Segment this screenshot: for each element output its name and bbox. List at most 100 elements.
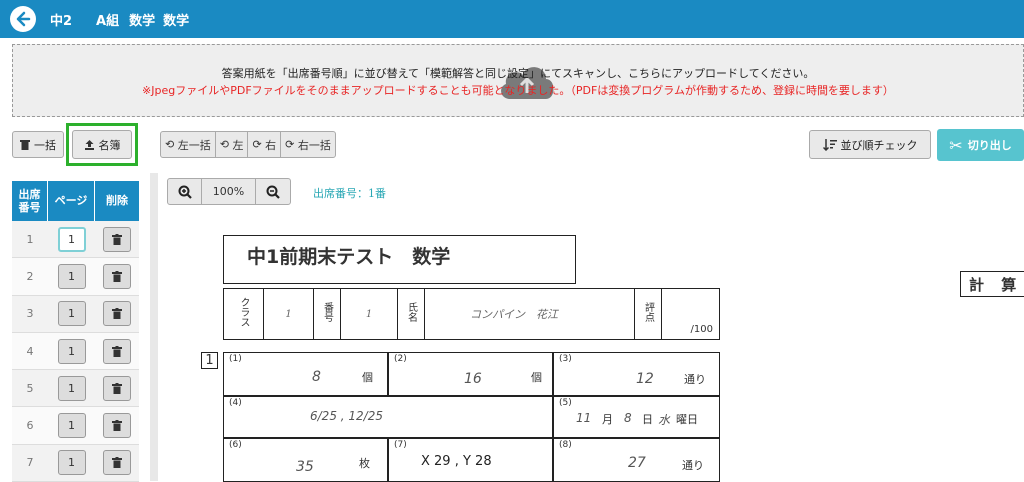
delete-cell [95, 221, 139, 257]
number-label: 番号 [313, 288, 341, 340]
zoom-out-button[interactable] [256, 179, 290, 204]
subject-label: 数学 [129, 13, 156, 29]
answer-number: (2) [394, 354, 407, 364]
class-value: 1 [263, 288, 314, 340]
top-bar: 中2 A組 数学 数学 [0, 0, 1024, 38]
rotate-left-all-label: 左一括 [177, 138, 211, 152]
answer-value: 8 [312, 369, 321, 385]
score-label-text: 評点 [642, 302, 654, 322]
answer-unit: 個 [531, 371, 542, 384]
seat-number: 7 [26, 456, 34, 470]
answer-number: (7) [394, 440, 407, 450]
seat-number: 2 [26, 269, 34, 283]
seat-number: 3 [26, 307, 34, 321]
delete-row-button[interactable] [103, 375, 131, 401]
answer-unit: 通り [682, 459, 704, 472]
calc-section-label: 計 算 [960, 271, 1024, 297]
page-input[interactable]: 1 [57, 413, 86, 439]
rotate-right-icon: ⟳ [252, 138, 262, 151]
rotate-left-all-button[interactable]: ⟲ 左一括 [161, 132, 216, 157]
name-label: 氏名 [397, 288, 425, 340]
delete-cell [95, 333, 139, 369]
zoom-in-button[interactable] [168, 179, 202, 204]
roster-button[interactable]: 名簿 [72, 130, 132, 159]
delete-row-button[interactable] [103, 301, 131, 327]
seat-number: 6 [26, 419, 34, 433]
class-label: クラス [223, 288, 264, 340]
answer-cell: (5) 11 月 8 日 水 曜日 [553, 396, 720, 438]
sort-icon [822, 139, 837, 151]
rotate-right-button[interactable]: ⟳ 右 [248, 132, 282, 157]
col-delete: 削除 [106, 194, 128, 208]
table-row: 21 [12, 258, 139, 296]
delete-row-button[interactable] [103, 263, 131, 289]
answer-day-unit: 日 [642, 413, 653, 426]
delete-row-button[interactable] [103, 450, 131, 476]
table-row: 41 [12, 332, 139, 371]
page-cell: 1 [48, 333, 95, 369]
delete-row-button[interactable] [103, 226, 131, 252]
answer-value: X 29 , Y 28 [421, 454, 492, 469]
trash-icon [112, 345, 122, 357]
answer-number: (5) [559, 398, 572, 408]
delete-cell [95, 445, 139, 481]
delete-cell [95, 407, 139, 443]
rotate-right-all-label: 右一括 [297, 138, 331, 152]
arrow-left-icon [16, 11, 31, 27]
answer-unit: 個 [362, 371, 373, 384]
page-input[interactable]: 1 [57, 450, 86, 476]
page-input[interactable]: 1 [57, 301, 86, 327]
seat-number: 5 [26, 381, 34, 395]
student-table: 出席 番号 ページ 削除 11213141516171 [12, 181, 139, 482]
score-max: /100 [661, 288, 720, 340]
number-label-text: 番号 [321, 302, 333, 322]
trash-icon [112, 382, 122, 394]
name-value: コンパイン 花江 [424, 288, 635, 340]
scissors-icon: ✂ [949, 135, 963, 155]
answer-cell: (8) 27 通り [553, 438, 720, 482]
answer-number: (4) [229, 398, 242, 408]
trash-icon [112, 308, 122, 320]
trash-icon [112, 457, 122, 469]
delete-all-label: 一括 [34, 138, 56, 152]
table-row: 31 [12, 295, 139, 333]
answer-number: (8) [559, 440, 572, 450]
zoom-in-icon [178, 185, 192, 199]
delete-cell [95, 296, 139, 332]
rotate-right-all-button[interactable]: ⟳ 右一括 [281, 132, 335, 157]
cut-button[interactable]: ✂ 切り出し [937, 129, 1024, 161]
page-cell: 1 [48, 370, 95, 406]
zoom-level: 100% [202, 179, 256, 204]
delete-row-button[interactable] [103, 413, 131, 439]
viewer-scrollbar[interactable] [150, 173, 158, 481]
order-check-button[interactable]: 並び順チェック [809, 130, 931, 159]
answer-value: 27 [628, 455, 646, 471]
delete-cell [95, 370, 139, 406]
back-button[interactable] [10, 6, 36, 32]
delete-row-button[interactable] [103, 338, 131, 364]
delete-all-button[interactable]: 一括 [12, 131, 64, 158]
answer-unit: 通り [684, 373, 706, 386]
page-input[interactable]: 1 [57, 226, 86, 252]
trash-icon [112, 420, 122, 432]
upload-dropzone[interactable]: 答案用紙を「出席番号順」に並び替えて「模範解答と同じ設定」にてスキャンし、こちら… [12, 44, 1024, 117]
trash-icon [20, 140, 30, 150]
page-input[interactable]: 1 [57, 338, 86, 364]
upload-instructions: 答案用紙を「出席番号順」に並び替えて「模範解答と同じ設定」にてスキャンし、こちら… [221, 67, 815, 80]
answer-cell: (3) 12 通り [553, 352, 720, 396]
cut-label: 切り出し [967, 139, 1012, 152]
table-row: 51 [12, 370, 139, 408]
answer-day-value: 8 [624, 411, 632, 425]
answer-value: 12 [636, 371, 654, 387]
answer-value: 6/25 , 12/25 [310, 409, 383, 423]
col-seat-number: 出席 番号 [12, 181, 48, 221]
answer-month-unit: 月 [602, 413, 613, 426]
rotate-left-button[interactable]: ⟲ 左 [216, 132, 249, 157]
answer-cell: (7) X 29 , Y 28 [388, 438, 553, 482]
group-label: A組 [96, 13, 120, 29]
page-input[interactable]: 1 [57, 263, 86, 289]
question-number: 1 [201, 352, 218, 369]
answer-month-value: 11 [576, 411, 592, 425]
page-input[interactable]: 1 [57, 375, 86, 401]
answer-cell: (4) 6/25 , 12/25 [223, 396, 553, 438]
